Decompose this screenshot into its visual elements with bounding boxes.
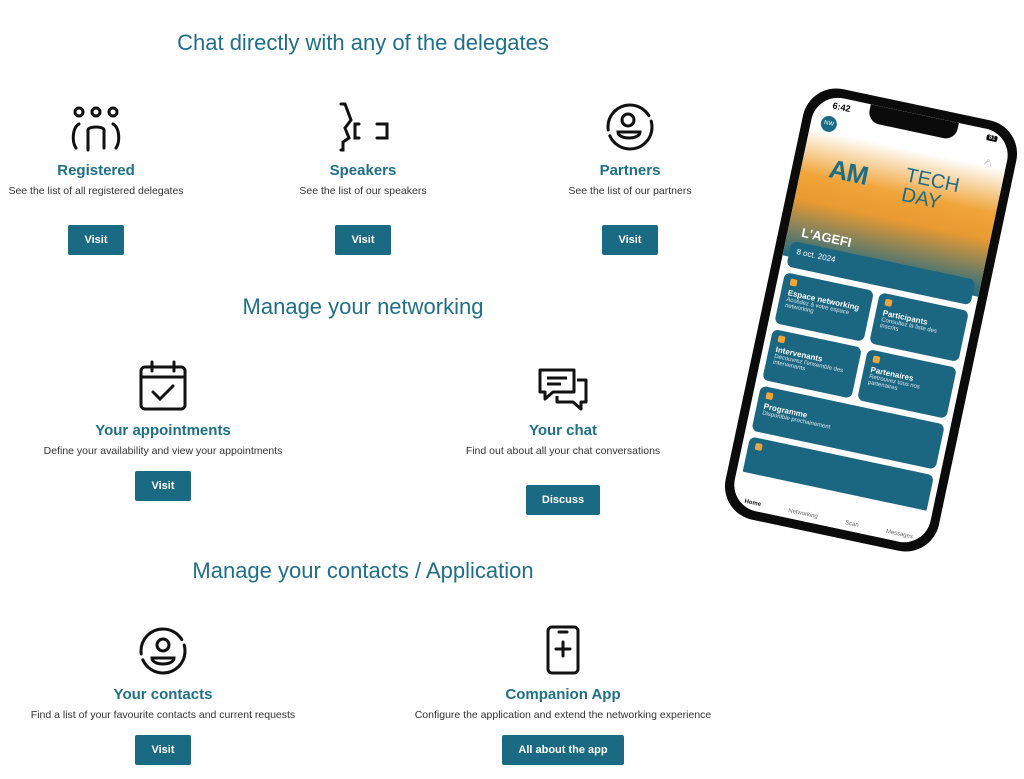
status-time: 6:42 (831, 100, 852, 115)
card-title: Your appointments (95, 422, 231, 439)
card-registered: Registered See the list of all registere… (0, 96, 246, 255)
tab-home[interactable]: Home (744, 499, 762, 508)
card-description: Define your availability and view your a… (43, 445, 283, 457)
users-group-icon (0, 96, 246, 152)
phone-plus-icon (413, 620, 713, 676)
card-contacts: Your contacts Find a list of your favour… (13, 620, 313, 765)
tab-messages[interactable]: Messages (885, 529, 913, 541)
card-speakers: Speakers See the list of our speakers Vi… (213, 96, 513, 255)
visit-partners-button[interactable]: Visit (602, 225, 658, 255)
contact-user-circle-icon (13, 620, 313, 676)
card-title: Registered (57, 162, 135, 179)
card-description: Find out about all your chat conversatio… (465, 445, 661, 457)
card-companion-app: Companion App Configure the application … (413, 620, 713, 765)
discuss-button[interactable]: Discuss (525, 485, 601, 515)
card-title: Partners (599, 162, 661, 179)
tab-scan[interactable]: Scan (844, 520, 859, 529)
event-logo-text: TECH DAY (899, 164, 962, 214)
card-description: Find a list of your favourite contacts a… (30, 709, 296, 721)
card-description: See the list of our partners (568, 185, 692, 197)
all-about-app-button[interactable]: All about the app (502, 735, 624, 765)
speaker-icon (213, 96, 513, 152)
tab-networking[interactable]: Networking (788, 508, 819, 520)
battery-icon: 81 (986, 134, 998, 143)
card-description: See the list of our speakers (299, 185, 427, 197)
visit-speakers-button[interactable]: Visit (335, 225, 391, 255)
section-title-chat: Chat directly with any of the delegates (177, 30, 549, 55)
partner-user-circle-icon (480, 96, 780, 152)
visit-registered-button[interactable]: Visit (68, 225, 124, 255)
event-logo: AM (826, 153, 871, 191)
card-title: Speakers (329, 162, 397, 179)
chat-bubbles-icon (413, 356, 713, 412)
visit-contacts-button[interactable]: Visit (135, 735, 191, 765)
card-appointments: Your appointments Define your availabili… (13, 356, 313, 501)
section-title-networking: Manage your networking (242, 294, 484, 319)
card-title: Your contacts (113, 686, 213, 703)
card-description: Configure the application and extend the… (414, 709, 712, 721)
calendar-check-icon (13, 356, 313, 412)
visit-appointments-button[interactable]: Visit (135, 471, 191, 501)
section-title-contacts: Manage your contacts / Application (192, 558, 534, 583)
card-chat: Your chat Find out about all your chat c… (413, 356, 713, 515)
card-title: Companion App (505, 686, 621, 703)
phone-notch (867, 104, 959, 141)
card-partners: Partners See the list of our partners Vi… (480, 96, 780, 255)
card-description: See the list of all registered delegates (8, 185, 184, 197)
card-title: Your chat (528, 422, 598, 439)
